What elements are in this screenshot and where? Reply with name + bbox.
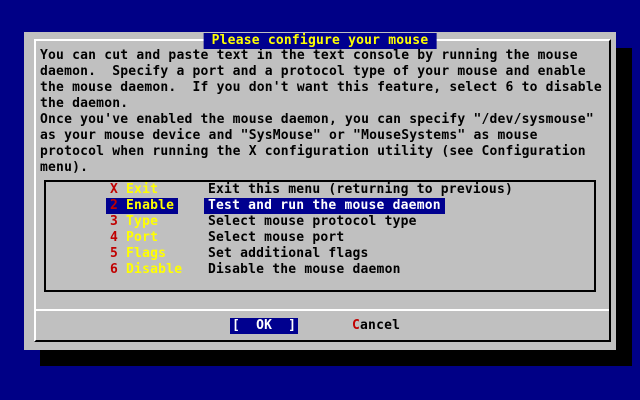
menu-tag: 6 Disable (106, 262, 186, 278)
body-line: You can cut and paste text in the text c… (40, 48, 602, 64)
menu-description: Select mouse protocol type (204, 214, 421, 230)
body-line: as your mouse device and "SysMouse" or "… (40, 128, 602, 144)
menu-item-flags[interactable]: 5 Flags Set additional flags (46, 246, 594, 262)
menu-label: Exit (126, 182, 158, 197)
menu-item-type[interactable]: 3 Type Select mouse protocol type (46, 214, 594, 230)
menu-hotkey: 6 (110, 262, 118, 277)
menu-tag: X Exit (106, 182, 162, 198)
menu-list-box: X Exit Exit this menu (returning to previ… (44, 180, 596, 292)
menu-hotkey: 4 (110, 230, 118, 245)
menu-item-exit[interactable]: X Exit Exit this menu (returning to previ… (46, 182, 594, 198)
menu-description: Test and run the mouse daemon (204, 198, 445, 214)
body-line: the daemon. (40, 96, 602, 112)
dialog-title: Please configure your mouse (204, 33, 437, 49)
menu-item-disable[interactable]: 6 Disable Disable the mouse daemon (46, 262, 594, 278)
menu-hotkey: 3 (110, 214, 118, 229)
menu-description: Set additional flags (204, 246, 373, 262)
menu-hotkey: X (110, 182, 118, 197)
body-line: daemon. Specify a port and a protocol ty… (40, 64, 602, 80)
menu-tag: 2 Enable (106, 198, 178, 214)
body-line: menu). (40, 160, 602, 176)
menu-label: Enable (126, 198, 174, 213)
cancel-button[interactable]: Cancel (352, 318, 400, 334)
menu-hotkey: 5 (110, 246, 118, 261)
menu-label: Flags (126, 246, 166, 261)
menu-item-port[interactable]: 4 Port Select mouse port (46, 230, 594, 246)
mouse-config-dialog: Please configure your mouse You can cut … (24, 32, 616, 350)
dialog-body-text: You can cut and paste text in the text c… (40, 48, 602, 176)
menu-label: Disable (126, 262, 182, 277)
menu-item-enable[interactable]: 2 Enable Test and run the mouse daemon (46, 198, 594, 214)
menu-label: Type (126, 214, 158, 229)
cancel-hotkey: C (352, 318, 360, 333)
body-line: protocol when running the X configuratio… (40, 144, 602, 160)
menu-hotkey: 2 (110, 198, 118, 213)
button-separator-line (36, 309, 609, 311)
ok-button[interactable]: [ OK ] (230, 318, 298, 334)
menu-label: Port (126, 230, 158, 245)
menu-description: Exit this menu (returning to previous) (204, 182, 517, 198)
menu-description: Select mouse port (204, 230, 348, 246)
cancel-label-rest: ancel (360, 318, 400, 333)
menu-description: Disable the mouse daemon (204, 262, 405, 278)
menu-tag: 5 Flags (106, 246, 170, 262)
body-line: the mouse daemon. If you don't want this… (40, 80, 602, 96)
menu-tag: 4 Port (106, 230, 162, 246)
menu-tag: 3 Type (106, 214, 162, 230)
console-screen: Please configure your mouse You can cut … (0, 0, 640, 400)
body-line: Once you've enabled the mouse daemon, yo… (40, 112, 602, 128)
